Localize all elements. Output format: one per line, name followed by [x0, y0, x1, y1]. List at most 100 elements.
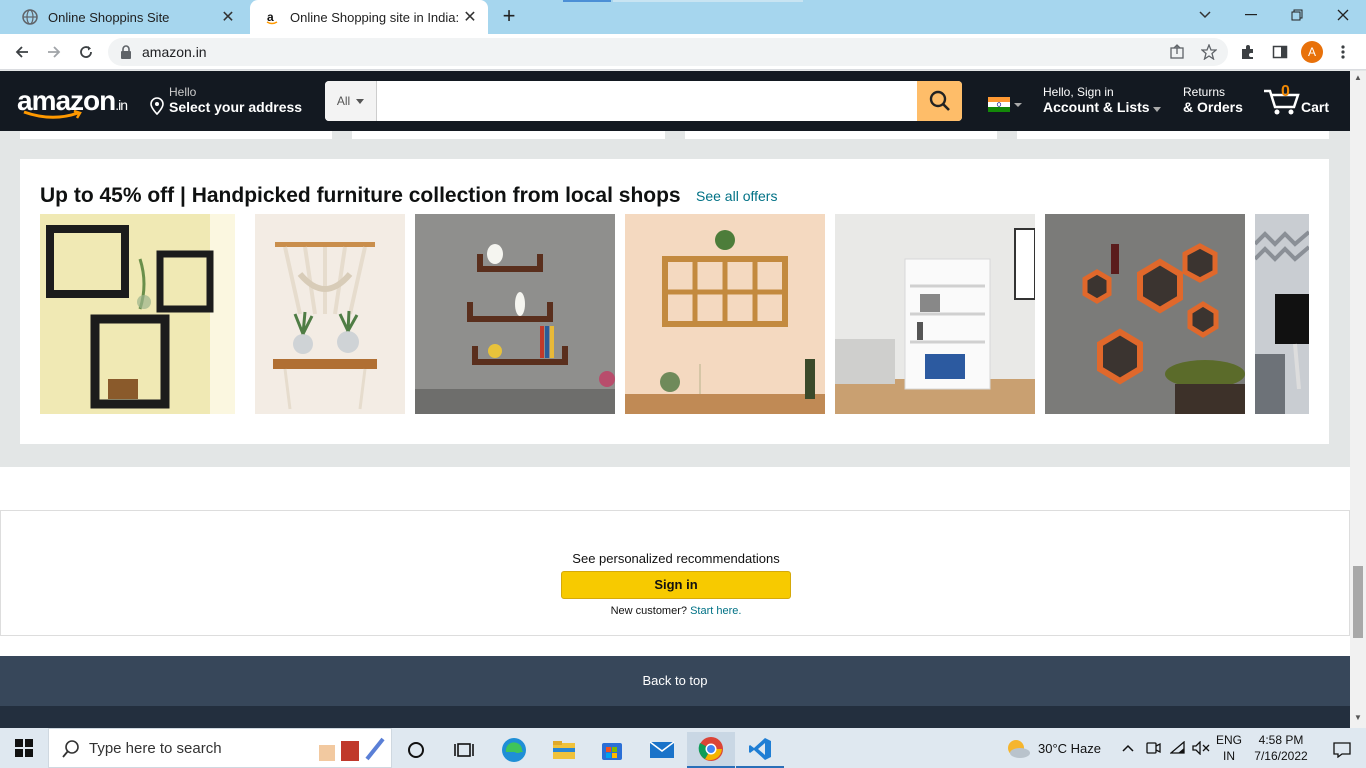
cortana-icon[interactable] — [392, 732, 440, 768]
logo-smile-icon — [23, 110, 82, 119]
scroll-up-arrow-icon[interactable]: ▲ — [1350, 73, 1366, 87]
notifications-icon[interactable] — [1318, 732, 1366, 768]
new-tab-button[interactable]: + — [498, 5, 520, 28]
reload-button[interactable] — [73, 39, 99, 65]
footer-band — [0, 706, 1350, 728]
weather-text: 30°C Haze — [1038, 740, 1102, 756]
back-to-top-label: Back to top — [642, 673, 708, 688]
address-select: Select your address — [169, 99, 303, 115]
india-flag-icon[interactable] — [988, 97, 1010, 112]
cart-button[interactable]: 0 Cart — [1262, 81, 1332, 121]
product-tile-chevron-pillow-partial[interactable] — [1255, 214, 1309, 414]
profile-avatar[interactable]: A — [1301, 41, 1323, 63]
system-clock[interactable]: 4:58 PM 7/16/2022 — [1252, 732, 1310, 764]
show-hidden-icons[interactable] — [1122, 728, 1134, 768]
meet-now-icon[interactable] — [1145, 728, 1161, 768]
product-tile-macrame-hanging-shelf[interactable] — [245, 214, 405, 414]
forward-button[interactable] — [41, 39, 67, 65]
account-lists-menu[interactable]: Hello, Sign in Account & Lists — [1043, 85, 1162, 115]
edge-browser-icon[interactable] — [490, 732, 538, 768]
lock-icon[interactable] — [120, 45, 132, 64]
back-to-top-bar[interactable]: Back to top — [0, 656, 1350, 728]
share-icon[interactable] — [1164, 39, 1190, 65]
chrome-menu-icon[interactable] — [1330, 39, 1356, 65]
globe-icon — [22, 9, 38, 25]
lang-line1: ENG — [1216, 733, 1243, 747]
cart-label: Cart — [1301, 99, 1330, 115]
search-button[interactable] — [917, 81, 962, 121]
see-all-offers-link[interactable]: See all offers — [696, 188, 777, 204]
chrome-taskbar-icon[interactable] — [687, 732, 735, 768]
clock-time: 4:58 PM — [1258, 733, 1304, 747]
amazon-nav-bar: amazon.in Hello Select your address All … — [0, 71, 1350, 131]
product-tile-floating-u-shelves[interactable] — [415, 214, 615, 414]
returns-orders-link[interactable]: Returns & Orders — [1183, 85, 1243, 115]
search-icon — [62, 740, 79, 758]
new-customer-text: New customer? Start here. — [610, 605, 742, 617]
mail-icon[interactable] — [638, 732, 686, 768]
tab-group-accent — [613, 0, 803, 2]
side-panel-icon[interactable] — [1267, 39, 1293, 65]
windows-logo-icon — [15, 739, 33, 757]
close-tab-icon[interactable]: ✕ — [458, 7, 482, 27]
vscode-icon[interactable] — [736, 732, 784, 768]
search-category-label: All — [336, 94, 351, 108]
taskbar-search-box[interactable]: Type here to search — [48, 728, 392, 768]
returns-label: Returns — [1183, 85, 1226, 99]
extensions-puzzle-icon[interactable] — [1235, 39, 1261, 65]
close-tab-icon[interactable]: ✕ — [216, 7, 240, 27]
language-caret-icon[interactable] — [1014, 103, 1022, 107]
product-tile-white-bookshelf[interactable] — [835, 214, 1035, 414]
lang-line2: IN — [1223, 749, 1235, 763]
cart-count: 0 — [1281, 83, 1290, 100]
recommendations-text: See personalized recommendations — [572, 551, 780, 566]
amazon-favicon-icon: a — [264, 9, 280, 25]
tab-search-icon[interactable] — [1182, 0, 1228, 30]
address-hello: Hello — [169, 85, 197, 99]
address-bar[interactable]: amazon.in — [108, 38, 1228, 66]
sign-in-button[interactable]: Sign in — [561, 571, 791, 599]
product-tile-wall-shelf-black-cubes[interactable] — [40, 214, 235, 414]
wifi-icon[interactable] — [1170, 728, 1186, 768]
vertical-scrollbar[interactable]: ▲ ▼ — [1350, 71, 1366, 728]
taskbar-search-placeholder: Type here to search — [89, 740, 222, 757]
search-bar: All — [325, 81, 962, 121]
weather-widget[interactable]: 30°C Haze — [1005, 728, 1101, 768]
furniture-offers-card: Up to 45% off | Handpicked furniture col… — [20, 159, 1329, 444]
url-text: amazon.in — [142, 44, 207, 60]
minimize-button[interactable] — [1228, 0, 1274, 30]
close-window-button[interactable] — [1320, 0, 1366, 30]
previous-card-bottom — [685, 131, 997, 139]
scroll-down-arrow-icon[interactable]: ▼ — [1350, 713, 1366, 727]
personalized-signin-box: See personalized recommendations Sign in… — [0, 510, 1350, 636]
chevron-down-icon — [1153, 107, 1162, 112]
search-input[interactable] — [377, 81, 917, 121]
card-title: Up to 45% off | Handpicked furniture col… — [40, 184, 681, 207]
microsoft-store-icon[interactable] — [588, 732, 636, 768]
restore-button[interactable] — [1274, 0, 1320, 30]
scrollbar-thumb[interactable] — [1353, 566, 1363, 638]
browser-toolbar: amazon.in — [0, 34, 1366, 70]
search-category-dropdown[interactable]: All — [325, 81, 377, 121]
file-explorer-icon[interactable] — [540, 732, 588, 768]
tab-group-accent — [563, 0, 611, 2]
product-tile-hexagon-orange-shelves[interactable] — [1045, 214, 1245, 414]
back-button[interactable] — [9, 39, 35, 65]
previous-card-bottom — [20, 131, 332, 139]
input-language[interactable]: ENG IN — [1216, 732, 1242, 764]
start-button[interactable] — [0, 728, 48, 768]
account-greeting: Hello, Sign in — [1043, 85, 1114, 99]
search-highlight-art-icon — [319, 737, 385, 761]
chevron-down-icon — [356, 98, 365, 104]
volume-muted-icon[interactable] — [1192, 728, 1210, 768]
start-here-link[interactable]: Start here. — [690, 605, 741, 617]
tab-amazon[interactable]: a Online Shopping site in India: Sh ✕ — [250, 0, 488, 34]
location-pin-icon — [150, 97, 164, 115]
task-view-icon[interactable] — [440, 732, 488, 768]
product-tile-wooden-wine-rack-shelf[interactable] — [625, 214, 825, 414]
bookmark-star-icon[interactable] — [1196, 39, 1222, 65]
account-lists-label: Account & Lists — [1043, 99, 1162, 115]
tab-online-shoppins[interactable]: Online Shoppins Site ✕ — [8, 0, 246, 34]
weather-haze-icon — [1008, 740, 1030, 758]
orders-label: & Orders — [1183, 99, 1243, 115]
